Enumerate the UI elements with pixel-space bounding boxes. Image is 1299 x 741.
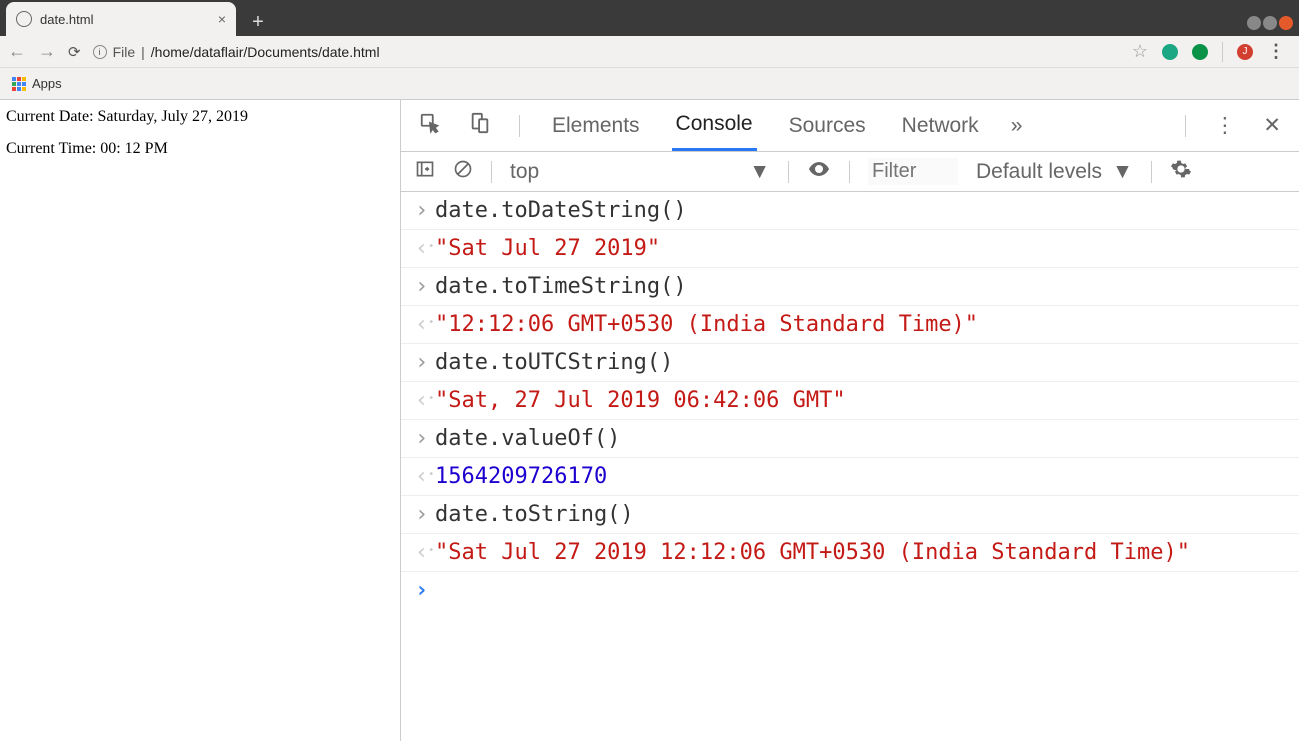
apps-icon[interactable]	[12, 77, 26, 91]
clear-console-icon[interactable]	[453, 159, 473, 185]
console-row: ›date.toUTCString()	[401, 344, 1299, 382]
output-arrow-icon: ‹•	[415, 540, 435, 565]
devtools-menu-icon[interactable]: ⋮	[1214, 113, 1235, 138]
console-text: "Sat Jul 27 2019"	[435, 236, 1285, 261]
devtools-close-icon[interactable]: ✕	[1263, 113, 1281, 138]
extension-grammarly-icon[interactable]	[1162, 44, 1178, 60]
new-tab-button[interactable]: +	[244, 8, 272, 36]
forward-icon[interactable]: →	[38, 41, 56, 62]
console-text: date.toTimeString()	[435, 274, 1285, 299]
input-arrow-icon: ›	[415, 502, 435, 527]
apps-label[interactable]: Apps	[32, 76, 62, 91]
chevron-down-icon: ▼	[749, 160, 770, 184]
devtools-tabs: Elements Console Sources Network » ⋮ ✕	[401, 100, 1299, 152]
console-text: date.toString()	[435, 502, 1285, 527]
globe-icon	[16, 11, 32, 27]
info-icon[interactable]: i	[93, 45, 107, 59]
console-text: date.valueOf()	[435, 426, 1285, 451]
console-row: ›date.toTimeString()	[401, 268, 1299, 306]
maximize-icon[interactable]	[1263, 16, 1277, 30]
close-window-icon[interactable]	[1279, 16, 1293, 30]
output-arrow-icon: ‹•	[415, 464, 435, 489]
console-text: 1564209726170	[435, 464, 1285, 489]
browser-menu-icon[interactable]: ⋮	[1267, 41, 1285, 62]
input-arrow-icon: ›	[415, 426, 435, 451]
browser-tab-bar: date.html × +	[0, 0, 1299, 36]
reload-icon[interactable]: ⟳	[68, 43, 81, 61]
url-bar: ← → ⟳ i File | /home/dataflair/Documents…	[0, 36, 1299, 68]
prompt-arrow-icon: ›	[415, 578, 435, 603]
tab-console[interactable]: Console	[672, 100, 757, 151]
back-icon[interactable]: ←	[8, 41, 26, 62]
console-row: ›date.valueOf()	[401, 420, 1299, 458]
current-date-text: Current Date: Saturday, July 27, 2019	[6, 108, 394, 126]
levels-selector[interactable]: Default levels ▼	[976, 160, 1133, 184]
extension-green-icon[interactable]	[1192, 44, 1208, 60]
bookmark-star-icon[interactable]: ☆	[1132, 41, 1148, 62]
address-field[interactable]: i File | /home/dataflair/Documents/date.…	[93, 44, 380, 60]
input-arrow-icon: ›	[415, 198, 435, 223]
tab-sources[interactable]: Sources	[785, 102, 870, 150]
url-separator: |	[141, 44, 145, 60]
output-arrow-icon: ‹•	[415, 388, 435, 413]
output-arrow-icon: ‹•	[415, 312, 435, 337]
context-label: top	[510, 160, 539, 184]
profile-avatar[interactable]: J	[1237, 44, 1253, 60]
input-arrow-icon: ›	[415, 274, 435, 299]
input-arrow-icon: ›	[415, 350, 435, 375]
console-text: date.toDateString()	[435, 198, 1285, 223]
context-selector[interactable]: top ▼	[510, 160, 770, 184]
tab-title: date.html	[40, 12, 218, 27]
device-toggle-icon[interactable]	[469, 112, 491, 140]
url-scheme: File	[113, 44, 136, 60]
url-path: /home/dataflair/Documents/date.html	[151, 44, 380, 60]
console-row: ‹•"Sat, 27 Jul 2019 06:42:06 GMT"	[401, 382, 1299, 420]
page-content: Current Date: Saturday, July 27, 2019 Cu…	[0, 100, 400, 741]
minimize-icon[interactable]	[1247, 16, 1261, 30]
console-log-area[interactable]: ›date.toDateString()‹•"Sat Jul 27 2019"›…	[401, 192, 1299, 741]
more-tabs-icon[interactable]: »	[1011, 114, 1023, 138]
output-arrow-icon: ‹•	[415, 236, 435, 261]
extension-separator	[1222, 42, 1223, 62]
tab-network[interactable]: Network	[898, 102, 983, 150]
eye-icon[interactable]	[807, 157, 831, 187]
console-row: ›date.toDateString()	[401, 192, 1299, 230]
console-row: ›date.toString()	[401, 496, 1299, 534]
settings-gear-icon[interactable]	[1170, 158, 1192, 186]
window-controls	[1245, 16, 1299, 36]
console-text: date.toUTCString()	[435, 350, 1285, 375]
close-tab-icon[interactable]: ×	[218, 11, 226, 27]
console-row: ‹•"Sat Jul 27 2019 12:12:06 GMT+0530 (In…	[401, 534, 1299, 572]
filter-input[interactable]	[868, 158, 958, 185]
console-sidebar-toggle-icon[interactable]	[415, 159, 435, 185]
console-text: "Sat, 27 Jul 2019 06:42:06 GMT"	[435, 388, 1285, 413]
devtools-panel: Elements Console Sources Network » ⋮ ✕ t…	[400, 100, 1299, 741]
inspect-icon[interactable]	[419, 112, 441, 140]
chevron-down-icon: ▼	[1112, 160, 1133, 184]
console-text: "12:12:06 GMT+0530 (India Standard Time)…	[435, 312, 1285, 337]
current-time-text: Current Time: 00: 12 PM	[6, 140, 394, 158]
browser-tab[interactable]: date.html ×	[6, 2, 236, 36]
bookmarks-bar: Apps	[0, 68, 1299, 100]
console-row: ‹•"Sat Jul 27 2019"	[401, 230, 1299, 268]
console-text: "Sat Jul 27 2019 12:12:06 GMT+0530 (Indi…	[435, 540, 1285, 565]
console-row: ‹•1564209726170	[401, 458, 1299, 496]
levels-label: Default levels	[976, 160, 1102, 184]
console-toolbar: top ▼ Default levels ▼	[401, 152, 1299, 192]
console-row: ‹•"12:12:06 GMT+0530 (India Standard Tim…	[401, 306, 1299, 344]
console-prompt[interactable]: ›	[401, 572, 1299, 609]
tab-elements[interactable]: Elements	[548, 102, 644, 150]
